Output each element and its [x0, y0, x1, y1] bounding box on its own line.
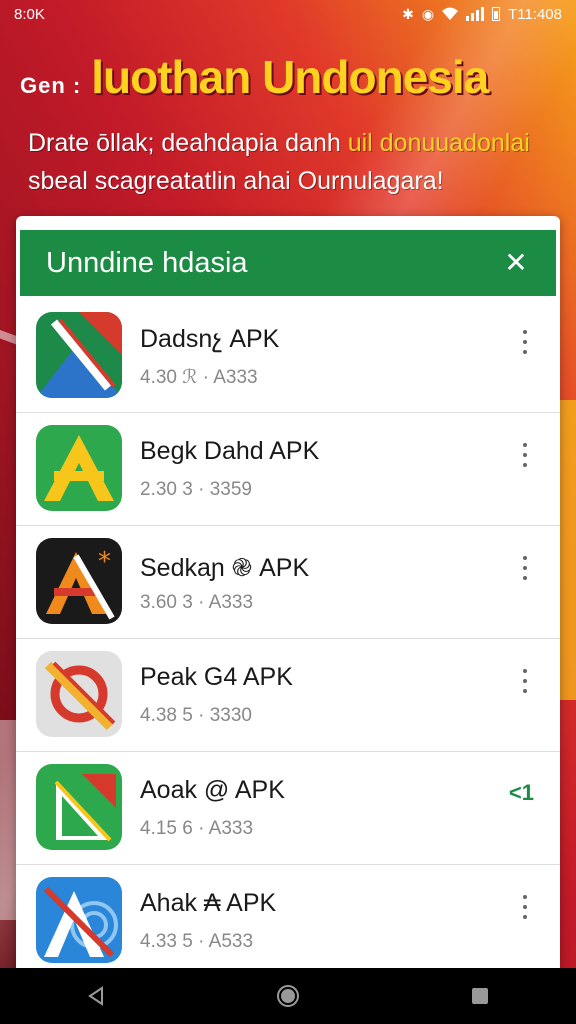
list-item[interactable]: * Sedkaɲ ֎ APK 3.60 3 · A333: [16, 526, 560, 639]
green-red-slash-app-icon: [36, 312, 122, 398]
black-orange-a-app-icon: *: [36, 538, 122, 624]
home-icon[interactable]: [268, 976, 308, 1016]
recents-icon[interactable]: [460, 976, 500, 1016]
grey-red-circle-app-icon: [36, 651, 122, 737]
decorative-stripe: [560, 400, 576, 700]
green-triangle-app-icon: [36, 764, 122, 850]
app-meta: 4.33 5 · A533: [140, 931, 254, 952]
svg-text:*: *: [98, 547, 111, 577]
list-item[interactable]: Begk Dahd APK 2.30 3 · 3359: [16, 413, 560, 526]
banner-subtitle-line2: sbeal scagreatatlin ahai Ournulagara!: [28, 167, 444, 195]
list-item[interactable]: Peak G4 APK 4.38 5 · 3330: [16, 639, 560, 752]
more-options-icon[interactable]: [518, 330, 532, 354]
banner-subtitle-highlight: uil donuuadonlai: [347, 129, 530, 157]
update-badge[interactable]: <1: [509, 780, 534, 806]
sheet-title: Unndine hdasia: [46, 246, 248, 279]
blue-a-app-icon: [36, 877, 122, 963]
list-item[interactable]: Aoak @ APK 4.15 6 · A333 <1: [16, 752, 560, 865]
app-name: Aoak @ APK: [140, 776, 285, 804]
bluetooth-icon: ✱: [402, 6, 414, 22]
app-name: Peak G4 APK: [140, 663, 293, 691]
close-icon[interactable]: ✕: [502, 249, 530, 277]
banner-subtitle: Drate ōllak; deahdapia danh uil donuuado…: [28, 124, 558, 200]
app-meta: 2.30 3 · 3359: [140, 479, 252, 500]
more-options-icon[interactable]: [518, 443, 532, 467]
app-name: Begk Dahd APK: [140, 437, 320, 465]
banner-heading: Gen : luothan Undonesia: [20, 50, 560, 104]
banner-title: luothan Undonesia: [91, 51, 489, 103]
back-icon[interactable]: [76, 976, 116, 1016]
app-name: Sedkaɲ ֎ APK: [140, 554, 310, 582]
app-meta: 3.60 3 · A333: [140, 592, 254, 613]
status-right-text: T11:408: [508, 5, 562, 23]
status-bar: 8:0K ✱ ◉ T11:408: [0, 0, 576, 28]
app-meta: 4.30 ℛ · A333: [140, 367, 258, 388]
app-meta: 4.15 6 · A333: [140, 818, 254, 839]
list-item[interactable]: Ahak ₳ APK 4.33 5 · A533: [16, 865, 560, 976]
more-options-icon[interactable]: [518, 556, 532, 580]
banner-prefix: Gen :: [20, 73, 82, 98]
app-name: Dadsnչ APK: [140, 325, 280, 353]
battery-icon: [492, 7, 501, 21]
status-icons: ✱ ◉ T11:408: [402, 6, 562, 23]
list-item[interactable]: Dadsnչ APK 4.30 ℛ · A333: [16, 300, 560, 413]
alarm-icon: ◉: [421, 6, 435, 22]
app-name: Ahak ₳ APK: [140, 889, 277, 917]
banner-subtitle-text: Drate ōllak; deahdapia danh: [28, 129, 348, 157]
signal-icon: [466, 7, 485, 21]
wifi-icon: [442, 7, 459, 22]
app-list-sheet: Unndine hdasia ✕ Dadsnչ APK 4.30 ℛ · A33…: [16, 216, 560, 976]
yellow-a-app-icon: [36, 425, 122, 511]
app-meta: 4.38 5 · 3330: [140, 705, 252, 726]
status-time: 8:0K: [14, 5, 45, 23]
app-list: Dadsnչ APK 4.30 ℛ · A333 Begk Dahd APK 2…: [16, 300, 560, 976]
more-options-icon[interactable]: [518, 669, 532, 693]
sheet-header: Unndine hdasia ✕: [20, 230, 556, 296]
more-options-icon[interactable]: [518, 895, 532, 919]
navigation-bar: [0, 968, 576, 1024]
